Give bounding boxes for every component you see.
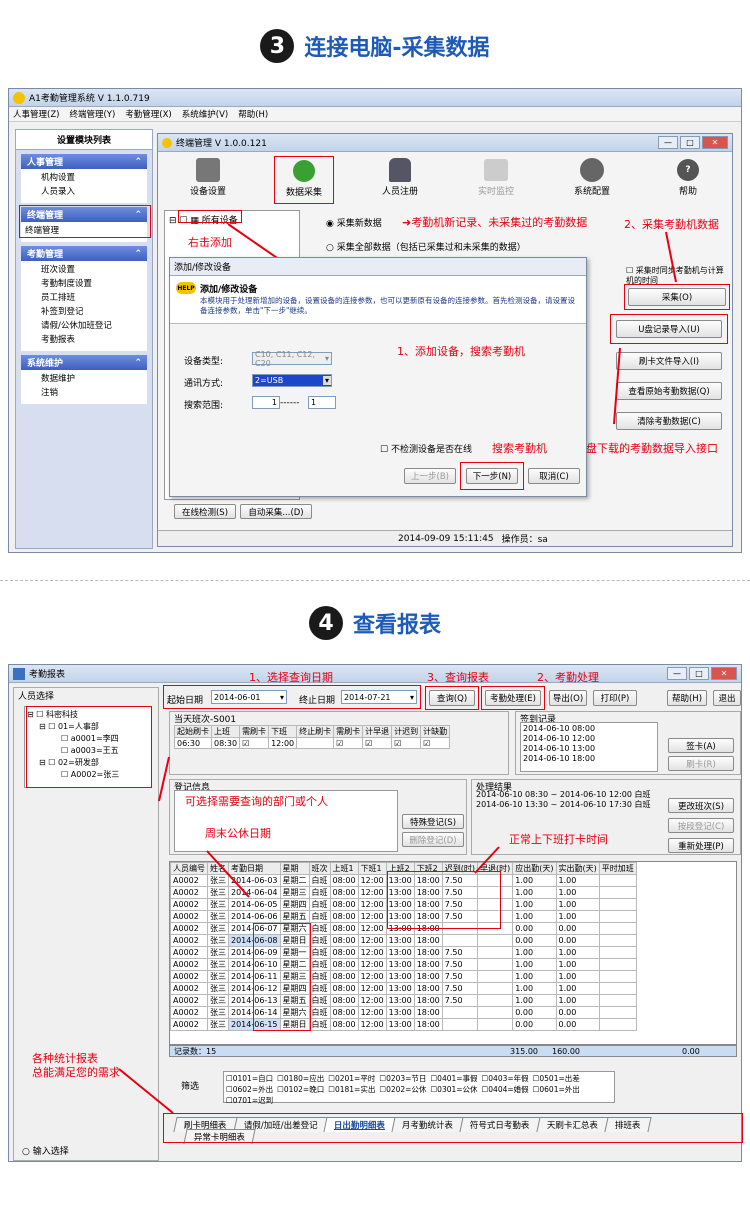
arrow-line xyxy=(474,846,500,874)
arrow-line xyxy=(206,850,250,898)
panel-item[interactable]: 员工排班 xyxy=(41,291,147,305)
panel-header[interactable]: 人事管理 ⌃ xyxy=(21,154,147,169)
dialog-titlebar: 添加/修改设备 xyxy=(170,258,586,276)
panel-header[interactable]: 系统维护 ⌃ xyxy=(21,355,147,370)
panel-item[interactable]: 注销 xyxy=(41,386,147,400)
menu-item[interactable]: 终端管理(Y) xyxy=(69,108,115,120)
section-title: 连接电脑-采集数据 xyxy=(304,36,490,61)
step-number: 4 xyxy=(308,606,343,640)
no-detect-checkbox[interactable]: ☐ 不检测设备是否在线 xyxy=(380,442,472,455)
section-header-4: 4 查看报表 xyxy=(0,603,750,643)
app-titlebar: A1考勤管理系统 V 1.1.0.719 xyxy=(9,89,741,107)
menu-item[interactable]: 系统维护(V) xyxy=(182,108,228,120)
arrow-line xyxy=(665,231,677,283)
panel-item[interactable]: 考勤报表 xyxy=(41,333,147,347)
section-title: 查看报表 xyxy=(352,613,441,638)
add-device-dialog: 添加/修改设备 HELP 添加/修改设备 本模块用于处理新增加的设备，设置设备的… xyxy=(169,257,587,497)
app-title: A1考勤管理系统 V 1.1.0.719 xyxy=(29,94,150,104)
menu-item[interactable]: 帮助(H) xyxy=(238,108,268,120)
annotation-arrows xyxy=(118,756,500,1114)
app-window: A1考勤管理系统 V 1.1.0.719 人事管理(Z) 终端管理(Y) 考勤管… xyxy=(8,88,742,553)
panel-item[interactable]: 班次设置 xyxy=(41,263,147,277)
panel-body: 机构设置 人员录入 xyxy=(21,169,147,203)
section-header-3: 3 连接电脑-采集数据 xyxy=(0,26,750,66)
panel-item[interactable]: 人员录入 xyxy=(41,185,147,199)
section-divider xyxy=(0,580,750,581)
help-badge-icon: HELP xyxy=(176,282,196,294)
panel-item[interactable]: 请假/公休加班登记 xyxy=(41,319,147,333)
panel-item[interactable]: 机构设置 xyxy=(41,171,147,185)
module-list-title: 设置模块列表 xyxy=(16,130,152,150)
device-type-label: 设备类型: xyxy=(184,357,224,367)
app-menubar: 人事管理(Z) 终端管理(Y) 考勤管理(X) 系统维护(V) 帮助(H) xyxy=(9,107,741,122)
range-from-input[interactable]: 1 xyxy=(252,396,280,409)
dialog-description: 本模块用于处理新增加的设备，设置设备的连接参数，也可以更新原有设备的连接参数。首… xyxy=(200,296,575,315)
range-dash: ------ xyxy=(280,398,300,408)
comm-label: 通讯方式: xyxy=(184,379,224,389)
dialog-heading: 添加/修改设备 xyxy=(200,285,258,295)
arrow-line xyxy=(613,347,621,425)
range-to-input[interactable]: 1 xyxy=(308,396,336,409)
arrow-line xyxy=(158,756,170,802)
panel-body: 数据维护 注销 xyxy=(21,370,147,404)
device-type-select[interactable]: C10, C11, C12, C20 ▾ xyxy=(252,350,332,368)
comm-select[interactable]: 2=USB ▾ xyxy=(252,374,332,387)
annotation-add-device: 1、添加设备，搜索考勤机 xyxy=(397,345,525,358)
prev-button[interactable]: 上一步(B) xyxy=(404,468,456,484)
menu-item[interactable]: 考勤管理(X) xyxy=(125,108,171,120)
app-logo-icon xyxy=(13,91,25,104)
report-window: 考勤报表 — □ ✕ 人员选择 ⊟ ☐ 科密科技 ⊟ ☐ 01=人事部 ☐ a0… xyxy=(8,664,743,1162)
panel-header[interactable]: 考勤管理 ⌃ xyxy=(21,246,147,261)
highlight-next xyxy=(460,462,524,490)
arrow-line xyxy=(118,1068,174,1114)
panel-body: 班次设置 考勤制度设置 员工排班 补签到登记 请假/公休加班登记 考勤报表 xyxy=(21,261,147,351)
highlight-terminal-panel xyxy=(19,205,151,238)
annotation-search: 搜索考勤机 xyxy=(492,442,547,455)
panel-item[interactable]: 考勤制度设置 xyxy=(41,277,147,291)
cancel-button[interactable]: 取消(C) xyxy=(528,468,580,484)
range-label: 搜索范围: xyxy=(184,401,224,411)
menu-item[interactable]: 人事管理(Z) xyxy=(13,108,59,120)
step-number: 3 xyxy=(260,29,295,63)
panel-item[interactable]: 数据维护 xyxy=(41,372,147,386)
panel-item[interactable]: 补签到登记 xyxy=(41,305,147,319)
module-list: 设置模块列表 人事管理 ⌃ 机构设置 人员录入 终端管理 ⌃ 终端管理 考勤管理 ⌃ … xyxy=(15,129,153,549)
dialog-header: HELP 添加/修改设备 本模块用于处理新增加的设备，设置设备的连接参数，也可以… xyxy=(170,276,586,324)
